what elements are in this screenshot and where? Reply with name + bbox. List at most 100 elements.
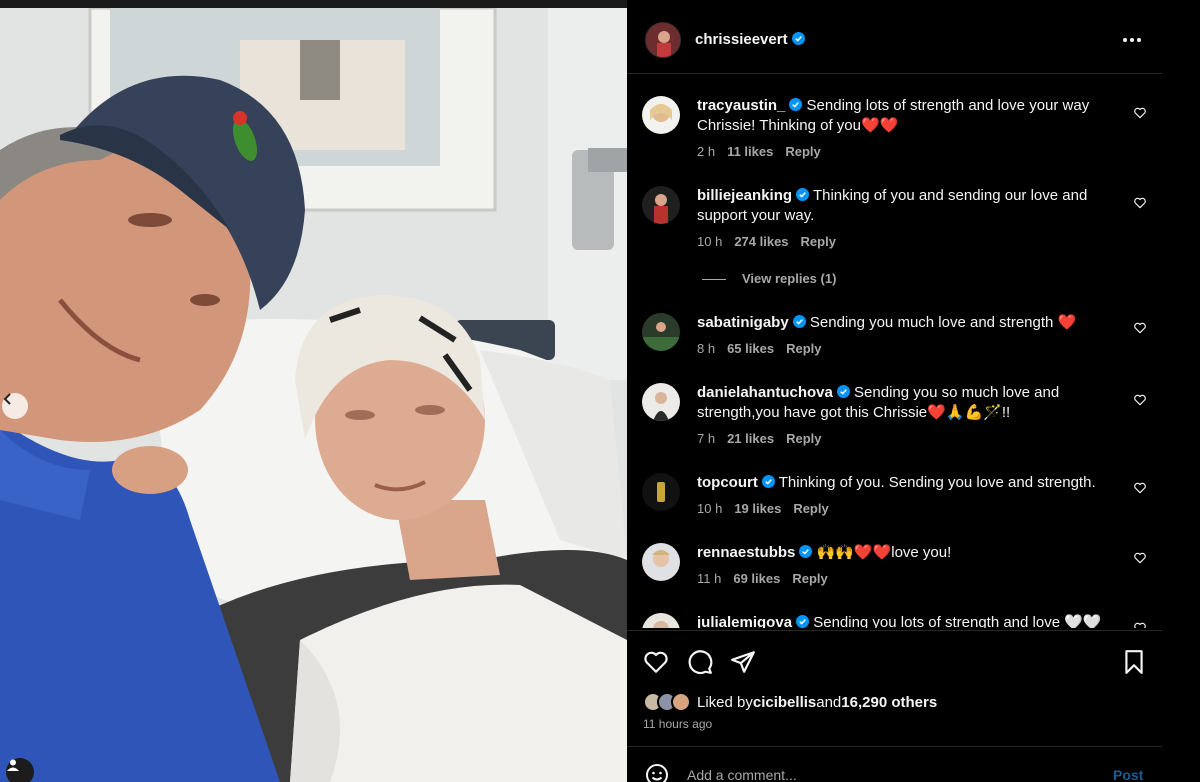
- comment-likes[interactable]: 21 likes: [727, 431, 774, 446]
- verified-badge-icon: [761, 475, 775, 488]
- comment-text-block: topcourt Thinking of you. Sending you lo…: [697, 473, 1117, 493]
- commenter-avatar-image: [642, 96, 680, 134]
- owner-username[interactable]: chrissieevert: [695, 31, 805, 48]
- commenter-avatar[interactable]: [642, 186, 680, 224]
- heart-icon[interactable]: [1133, 621, 1147, 628]
- commenter-avatar[interactable]: [642, 613, 680, 628]
- liker-avatar: [671, 692, 691, 712]
- comment-time: 10 h: [697, 501, 723, 516]
- more-options-icon: [1123, 38, 1141, 42]
- comment-meta: 10 h 274 likes Reply: [697, 234, 848, 249]
- liked-mid: and: [816, 693, 842, 711]
- heart-icon[interactable]: [1133, 196, 1147, 210]
- comment-username[interactable]: rennaestubbs: [697, 544, 795, 561]
- heart-icon[interactable]: [1133, 393, 1147, 407]
- liked-by-line[interactable]: Liked by cicibellis and 16,290 others: [643, 692, 937, 712]
- comment-bubble-icon[interactable]: [687, 649, 713, 675]
- add-comment-input[interactable]: Add a comment...: [687, 767, 797, 782]
- liked-user[interactable]: cicibellis: [753, 694, 816, 711]
- previous-photo-button[interactable]: [2, 393, 28, 419]
- comment-likes[interactable]: 69 likes: [733, 571, 780, 586]
- comment-reply-button[interactable]: Reply: [785, 144, 820, 159]
- heart-icon[interactable]: [643, 649, 669, 675]
- commenter-avatar-image: [642, 313, 680, 351]
- comment-text: Sending you lots of strength and love 🤍🤍: [813, 614, 1102, 628]
- comment-reply-button[interactable]: Reply: [793, 501, 828, 516]
- comment-username[interactable]: sabatinigaby: [697, 314, 789, 331]
- commenter-avatar-image: [642, 613, 680, 628]
- comment-text-block: tracyaustin_ Sending lots of strength an…: [697, 96, 1117, 136]
- bookmark-icon[interactable]: [1121, 649, 1147, 675]
- verified-badge-icon: [836, 385, 850, 398]
- comment-username[interactable]: danielahantuchova: [697, 384, 833, 401]
- verified-badge-icon: [789, 98, 803, 111]
- heart-icon[interactable]: [1133, 321, 1147, 335]
- commenter-avatar[interactable]: [642, 313, 680, 351]
- commenter-avatar[interactable]: [642, 473, 680, 511]
- heart-icon[interactable]: [1133, 551, 1147, 565]
- heart-icon[interactable]: [1133, 481, 1147, 495]
- comment-meta: 11 h 69 likes Reply: [697, 571, 840, 586]
- comment-text-block: billiejeanking Thinking of you and sendi…: [697, 186, 1117, 226]
- comments-list[interactable]: tracyaustin_ Sending lots of strength an…: [627, 75, 1162, 628]
- comment-likes[interactable]: 19 likes: [734, 501, 781, 516]
- comment-text: 🙌🙌❤️❤️love you!: [816, 544, 952, 561]
- comment-text-block: danielahantuchova Sending you so much lo…: [697, 383, 1117, 423]
- verified-badge-icon: [799, 545, 813, 558]
- photo-illustration: [0, 0, 627, 782]
- comment-username[interactable]: tracyaustin_: [697, 97, 785, 114]
- person-tag-icon: [7, 759, 19, 771]
- comment-composer: Add a comment... Post: [627, 746, 1162, 782]
- photo-top-strip: [0, 0, 627, 8]
- post-timestamp[interactable]: 11 hours ago: [643, 717, 712, 731]
- smiley-icon[interactable]: [645, 763, 669, 782]
- comment-text-block: sabatinigaby Sending you much love and s…: [697, 313, 1117, 333]
- chevron-left-icon: [3, 393, 11, 405]
- comment-likes[interactable]: 65 likes: [727, 341, 774, 356]
- verified-badge-icon: [796, 188, 810, 201]
- comment-time: 10 h: [697, 234, 723, 249]
- owner-avatar[interactable]: [645, 22, 681, 58]
- commenter-avatar-image: [642, 186, 680, 224]
- more-options-button[interactable]: [1117, 28, 1147, 52]
- commenter-avatar[interactable]: [642, 383, 680, 421]
- comment-text: Thinking of you. Sending you love and st…: [778, 474, 1096, 491]
- replies-divider-line: [702, 279, 726, 281]
- comment-meta: 7 h 21 likes Reply: [697, 431, 833, 446]
- comment-reply-button[interactable]: Reply: [801, 234, 836, 249]
- paper-plane-icon[interactable]: [730, 649, 756, 675]
- post-comment-button[interactable]: Post: [1113, 767, 1143, 782]
- verified-badge-icon: [796, 615, 810, 628]
- liked-count[interactable]: 16,290 others: [841, 694, 937, 711]
- comment-time: 7 h: [697, 431, 716, 446]
- commenter-avatar-image: [642, 383, 680, 421]
- commenter-avatar-image: [642, 473, 680, 511]
- view-replies-button[interactable]: View replies (1): [702, 271, 836, 286]
- verified-badge-icon: [792, 315, 806, 328]
- comment-time: 2 h: [697, 144, 716, 159]
- comment-meta: 8 h 65 likes Reply: [697, 341, 833, 356]
- comment-likes[interactable]: 274 likes: [734, 234, 788, 249]
- tagged-people-button[interactable]: [6, 758, 34, 782]
- post-side-panel: chrissieevert tracyaustin_ Sending lots …: [627, 0, 1200, 782]
- comment-likes[interactable]: 11 likes: [727, 144, 773, 159]
- comment-time: 8 h: [697, 341, 716, 356]
- post-header: chrissieevert: [627, 0, 1162, 74]
- comment-meta: 10 h 19 likes Reply: [697, 501, 841, 516]
- comment-time: 11 h: [697, 571, 722, 586]
- comment-reply-button[interactable]: Reply: [786, 341, 821, 356]
- post-photo[interactable]: [0, 0, 627, 782]
- commenter-avatar[interactable]: [642, 96, 680, 134]
- comment-reply-button[interactable]: Reply: [792, 571, 827, 586]
- comment-text-block: julialemigova Sending you lots of streng…: [697, 613, 1117, 628]
- comment-username[interactable]: julialemigova: [697, 614, 792, 628]
- owner-username-text[interactable]: chrissieevert: [695, 31, 788, 48]
- comment-meta: 2 h 11 likes Reply: [697, 144, 833, 159]
- comment-text-block: rennaestubbs 🙌🙌❤️❤️love you!: [697, 543, 1117, 563]
- comment-username[interactable]: topcourt: [697, 474, 758, 491]
- comment-reply-button[interactable]: Reply: [786, 431, 821, 446]
- commenter-avatar[interactable]: [642, 543, 680, 581]
- comment-username[interactable]: billiejeanking: [697, 187, 792, 204]
- view-replies-label[interactable]: View replies (1): [742, 271, 836, 286]
- heart-icon[interactable]: [1133, 106, 1147, 120]
